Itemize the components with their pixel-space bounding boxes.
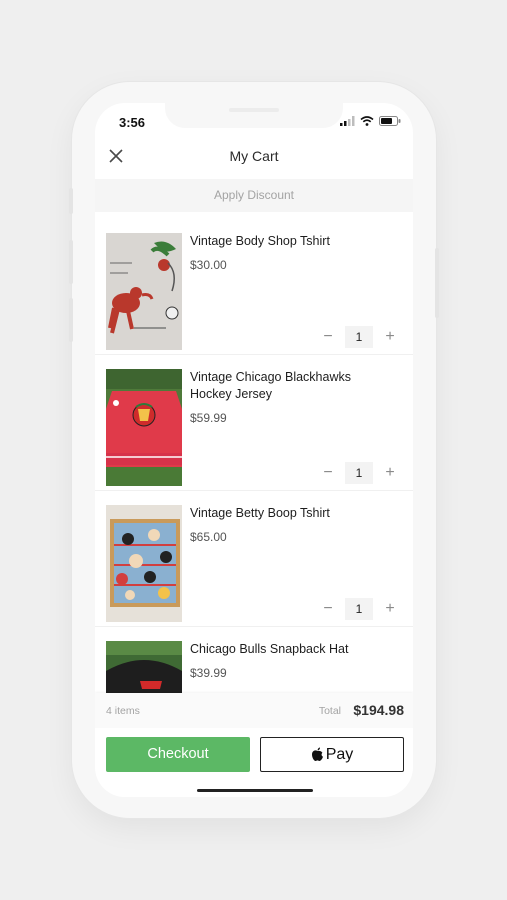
- order-summary: 4 items Total $194.98: [95, 693, 413, 728]
- phone-volume-up: [69, 240, 73, 284]
- product-image-blackhawks-jersey[interactable]: [106, 369, 182, 486]
- cart-item: Chicago Bulls Snapback Hat $39.99 − 1 +: [95, 627, 413, 693]
- decrease-quantity-button[interactable]: −: [321, 327, 335, 347]
- total-label: Total: [318, 705, 341, 717]
- cart-list: Vintage Body Shop Tshirt $30.00 − 1 + Vi…: [95, 219, 413, 693]
- cart-item: Vintage Body Shop Tshirt $30.00 − 1 +: [95, 219, 413, 355]
- checkout-footer: 4 items Total $194.98 Checkout Pay: [95, 693, 413, 797]
- product-name[interactable]: Vintage Body Shop Tshirt: [190, 233, 395, 250]
- cart-item: Vintage Betty Boop Tshirt $65.00 − 1 +: [95, 491, 413, 627]
- product-price: $30.00: [190, 258, 227, 272]
- quantity-stepper: − 1 +: [321, 598, 397, 620]
- decrease-quantity-button[interactable]: −: [321, 599, 335, 619]
- phone-power-button: [435, 248, 439, 318]
- total-value: $194.98: [353, 702, 404, 718]
- quantity-value: 1: [345, 598, 373, 620]
- page-title: My Cart: [229, 148, 279, 164]
- product-price: $65.00: [190, 530, 227, 544]
- apple-pay-label: Pay: [325, 745, 354, 763]
- notch: [165, 103, 343, 128]
- app-screen: 3:56 My Cart Apply Discount Vintage Body…: [95, 103, 413, 797]
- product-price: $59.99: [190, 411, 227, 425]
- product-price: $39.99: [190, 666, 227, 680]
- home-indicator: [197, 789, 313, 792]
- apply-discount-button[interactable]: Apply Discount: [95, 179, 413, 212]
- product-name[interactable]: Vintage Betty Boop Tshirt: [190, 505, 395, 522]
- header: My Cart: [95, 138, 413, 178]
- increase-quantity-button[interactable]: +: [383, 599, 397, 619]
- apple-pay-button[interactable]: Pay: [260, 737, 404, 772]
- decrease-quantity-button[interactable]: −: [321, 463, 335, 483]
- quantity-stepper: − 1 +: [321, 326, 397, 348]
- checkout-button[interactable]: Checkout: [106, 737, 250, 772]
- product-image-betty-boop-tshirt[interactable]: [106, 505, 182, 622]
- product-name[interactable]: Vintage Chicago Blackhawks Hockey Jersey: [190, 369, 395, 403]
- quantity-value: 1: [345, 462, 373, 484]
- signal-icon: [340, 116, 355, 126]
- cart-item: Vintage Chicago Blackhawks Hockey Jersey…: [95, 355, 413, 491]
- battery-icon: [379, 116, 401, 126]
- speaker: [229, 108, 279, 112]
- items-count: 4 items: [106, 705, 140, 717]
- increase-quantity-button[interactable]: +: [383, 327, 397, 347]
- product-name[interactable]: Chicago Bulls Snapback Hat: [190, 641, 395, 658]
- apple-logo-icon: [311, 747, 323, 761]
- status-time: 3:56: [119, 115, 146, 130]
- phone-mute-switch: [69, 188, 73, 214]
- phone-volume-down: [69, 298, 73, 342]
- quantity-value: 1: [345, 326, 373, 348]
- increase-quantity-button[interactable]: +: [383, 463, 397, 483]
- product-image-bulls-snapback-hat[interactable]: [106, 641, 182, 693]
- status-icons: [340, 116, 401, 126]
- product-image-body-shop-tshirt[interactable]: [106, 233, 182, 350]
- wifi-icon: [360, 116, 374, 126]
- quantity-stepper: − 1 +: [321, 462, 397, 484]
